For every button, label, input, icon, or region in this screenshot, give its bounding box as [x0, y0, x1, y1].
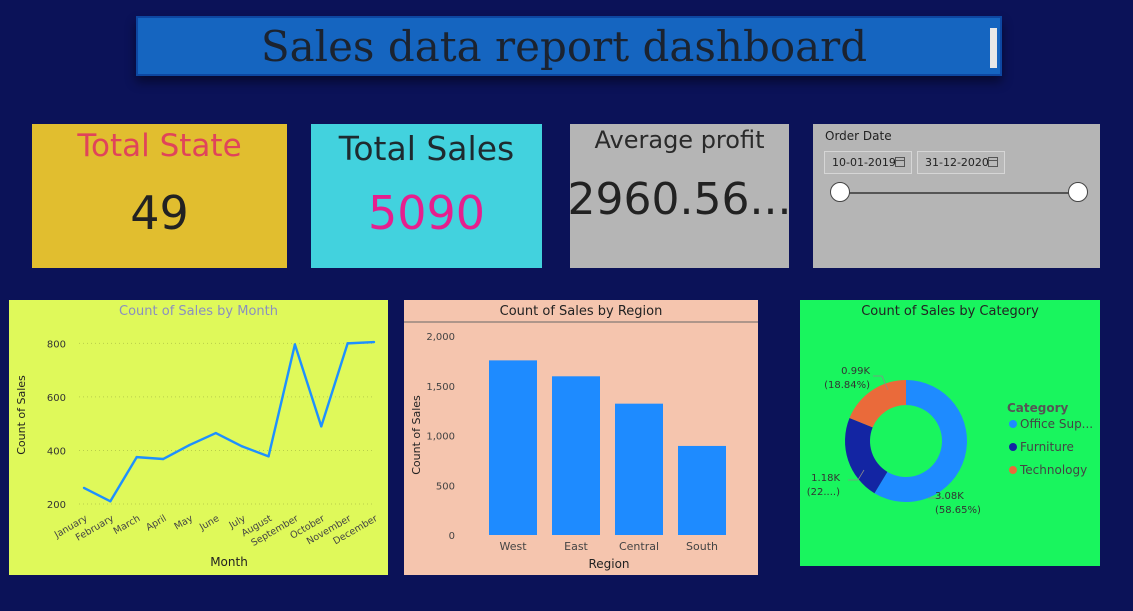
slider-track[interactable]: [841, 192, 1081, 194]
end-date-value: 31-12-2020: [925, 156, 989, 169]
legend-item: Technology: [1019, 463, 1087, 477]
average-profit-card: Average profit 2960.56...: [567, 124, 792, 268]
y-axis-label: Count of Sales: [15, 375, 28, 455]
total-sales-value: 5090: [367, 186, 486, 240]
data-label-percent: (22....): [807, 487, 840, 498]
total-state-value: 49: [130, 186, 189, 240]
legend-item: Furniture: [1020, 440, 1074, 454]
average-profit-value: 2960.56...: [567, 174, 792, 225]
x-tick-label: May: [172, 513, 195, 533]
data-label-value: 3.08K: [935, 491, 964, 502]
y-axis-label: Count of Sales: [410, 395, 423, 475]
x-tick-label: East: [564, 540, 588, 553]
chart-title: Count of Sales by Month: [119, 304, 278, 319]
legend-item: Office Sup...: [1020, 417, 1093, 431]
dashboard-title-bar: Sales data report dashboard: [136, 16, 1002, 76]
x-tick-label: April: [144, 513, 168, 533]
slider-end-handle[interactable]: [1068, 182, 1088, 202]
data-label-value: 1.18K: [811, 473, 840, 484]
x-tick-label: West: [499, 540, 527, 553]
end-date-input[interactable]: 31-12-2020: [917, 151, 1005, 174]
x-tick-label: June: [197, 513, 221, 533]
order-date-slicer: Order Date 10-01-2019 31-12-2020: [813, 124, 1100, 268]
data-label-percent: (58.65%): [935, 505, 981, 516]
bar-west: [489, 360, 537, 535]
bar-central: [615, 403, 663, 535]
chart-title: Count of Sales by Region: [500, 304, 663, 319]
line-point: [293, 343, 297, 346]
line-point: [320, 425, 323, 428]
x-tick-label: Central: [619, 540, 659, 553]
sales-by-month-chart: Count of Sales by Month 200 400 600 800 Janua…: [9, 300, 388, 575]
legend-marker: [1009, 443, 1017, 451]
data-label-value: 0.99K: [841, 366, 870, 377]
calendar-icon[interactable]: [988, 157, 998, 167]
start-date-value: 10-01-2019: [832, 156, 896, 169]
line-point: [135, 455, 138, 459]
line-point: [372, 340, 376, 344]
sales-by-region-chart: Count of Sales by Region 0 500 1,000 1,500 2,…: [404, 300, 758, 575]
line-point: [109, 500, 112, 503]
slicer-label: Order Date: [825, 129, 892, 143]
page-title: Sales data report dashboard: [260, 21, 868, 71]
bar-east: [552, 376, 600, 535]
x-tick-label: March: [112, 513, 143, 537]
total-state-label: Total State: [77, 128, 242, 164]
y-tick-label: 0: [449, 531, 455, 542]
calendar-icon[interactable]: [895, 157, 905, 167]
y-tick-label: 1,000: [426, 432, 455, 443]
x-tick-label: South: [686, 540, 718, 553]
y-tick-label: 2,000: [426, 332, 455, 343]
total-sales-card: Total Sales 5090: [311, 124, 542, 268]
sales-by-category-chart: Count of Sales by Category 3.08K (58.65%) 1…: [800, 300, 1100, 566]
y-tick-label: 500: [436, 481, 455, 492]
legend-marker: [1009, 466, 1017, 474]
line-point: [82, 486, 86, 490]
x-axis-label: Month: [210, 555, 248, 569]
chart-title: Count of Sales by Category: [861, 304, 1039, 319]
legend-marker: [1009, 420, 1017, 428]
y-tick-label: 800: [47, 339, 66, 350]
line-point: [346, 342, 349, 345]
month-line-chart-svg: Count of Sales by Month200400600800Janua…: [15, 304, 380, 569]
y-tick-label: 200: [47, 500, 66, 511]
data-label-percent: (18.84%): [824, 380, 870, 391]
line-point: [161, 457, 165, 461]
line-series: [83, 340, 375, 503]
average-profit-label: Average profit: [594, 126, 765, 154]
title-scrollbar[interactable]: [990, 28, 997, 68]
legend-title: Category: [1007, 401, 1069, 415]
line-point: [188, 443, 191, 447]
x-axis-label: Region: [588, 557, 629, 571]
y-tick-label: 600: [47, 393, 66, 404]
line-point: [240, 445, 244, 448]
category-donut-chart-svg: Count of Sales by Category 3.08K (58.65%) 1…: [807, 304, 1093, 516]
donut-slice-furniture: [845, 417, 888, 494]
start-date-input[interactable]: 10-01-2019: [824, 151, 912, 174]
y-tick-label: 1,500: [426, 382, 455, 393]
slider-start-handle[interactable]: [830, 182, 850, 202]
line-point: [267, 455, 270, 458]
total-state-card: Total State 49: [32, 124, 287, 268]
line-point: [214, 431, 218, 435]
bar-south: [678, 445, 726, 535]
y-tick-label: 400: [47, 446, 66, 457]
total-sales-label: Total Sales: [338, 129, 515, 168]
region-bar-chart-svg: Count of Sales by Region 0 500 1,000 1,500 2,…: [404, 300, 758, 571]
